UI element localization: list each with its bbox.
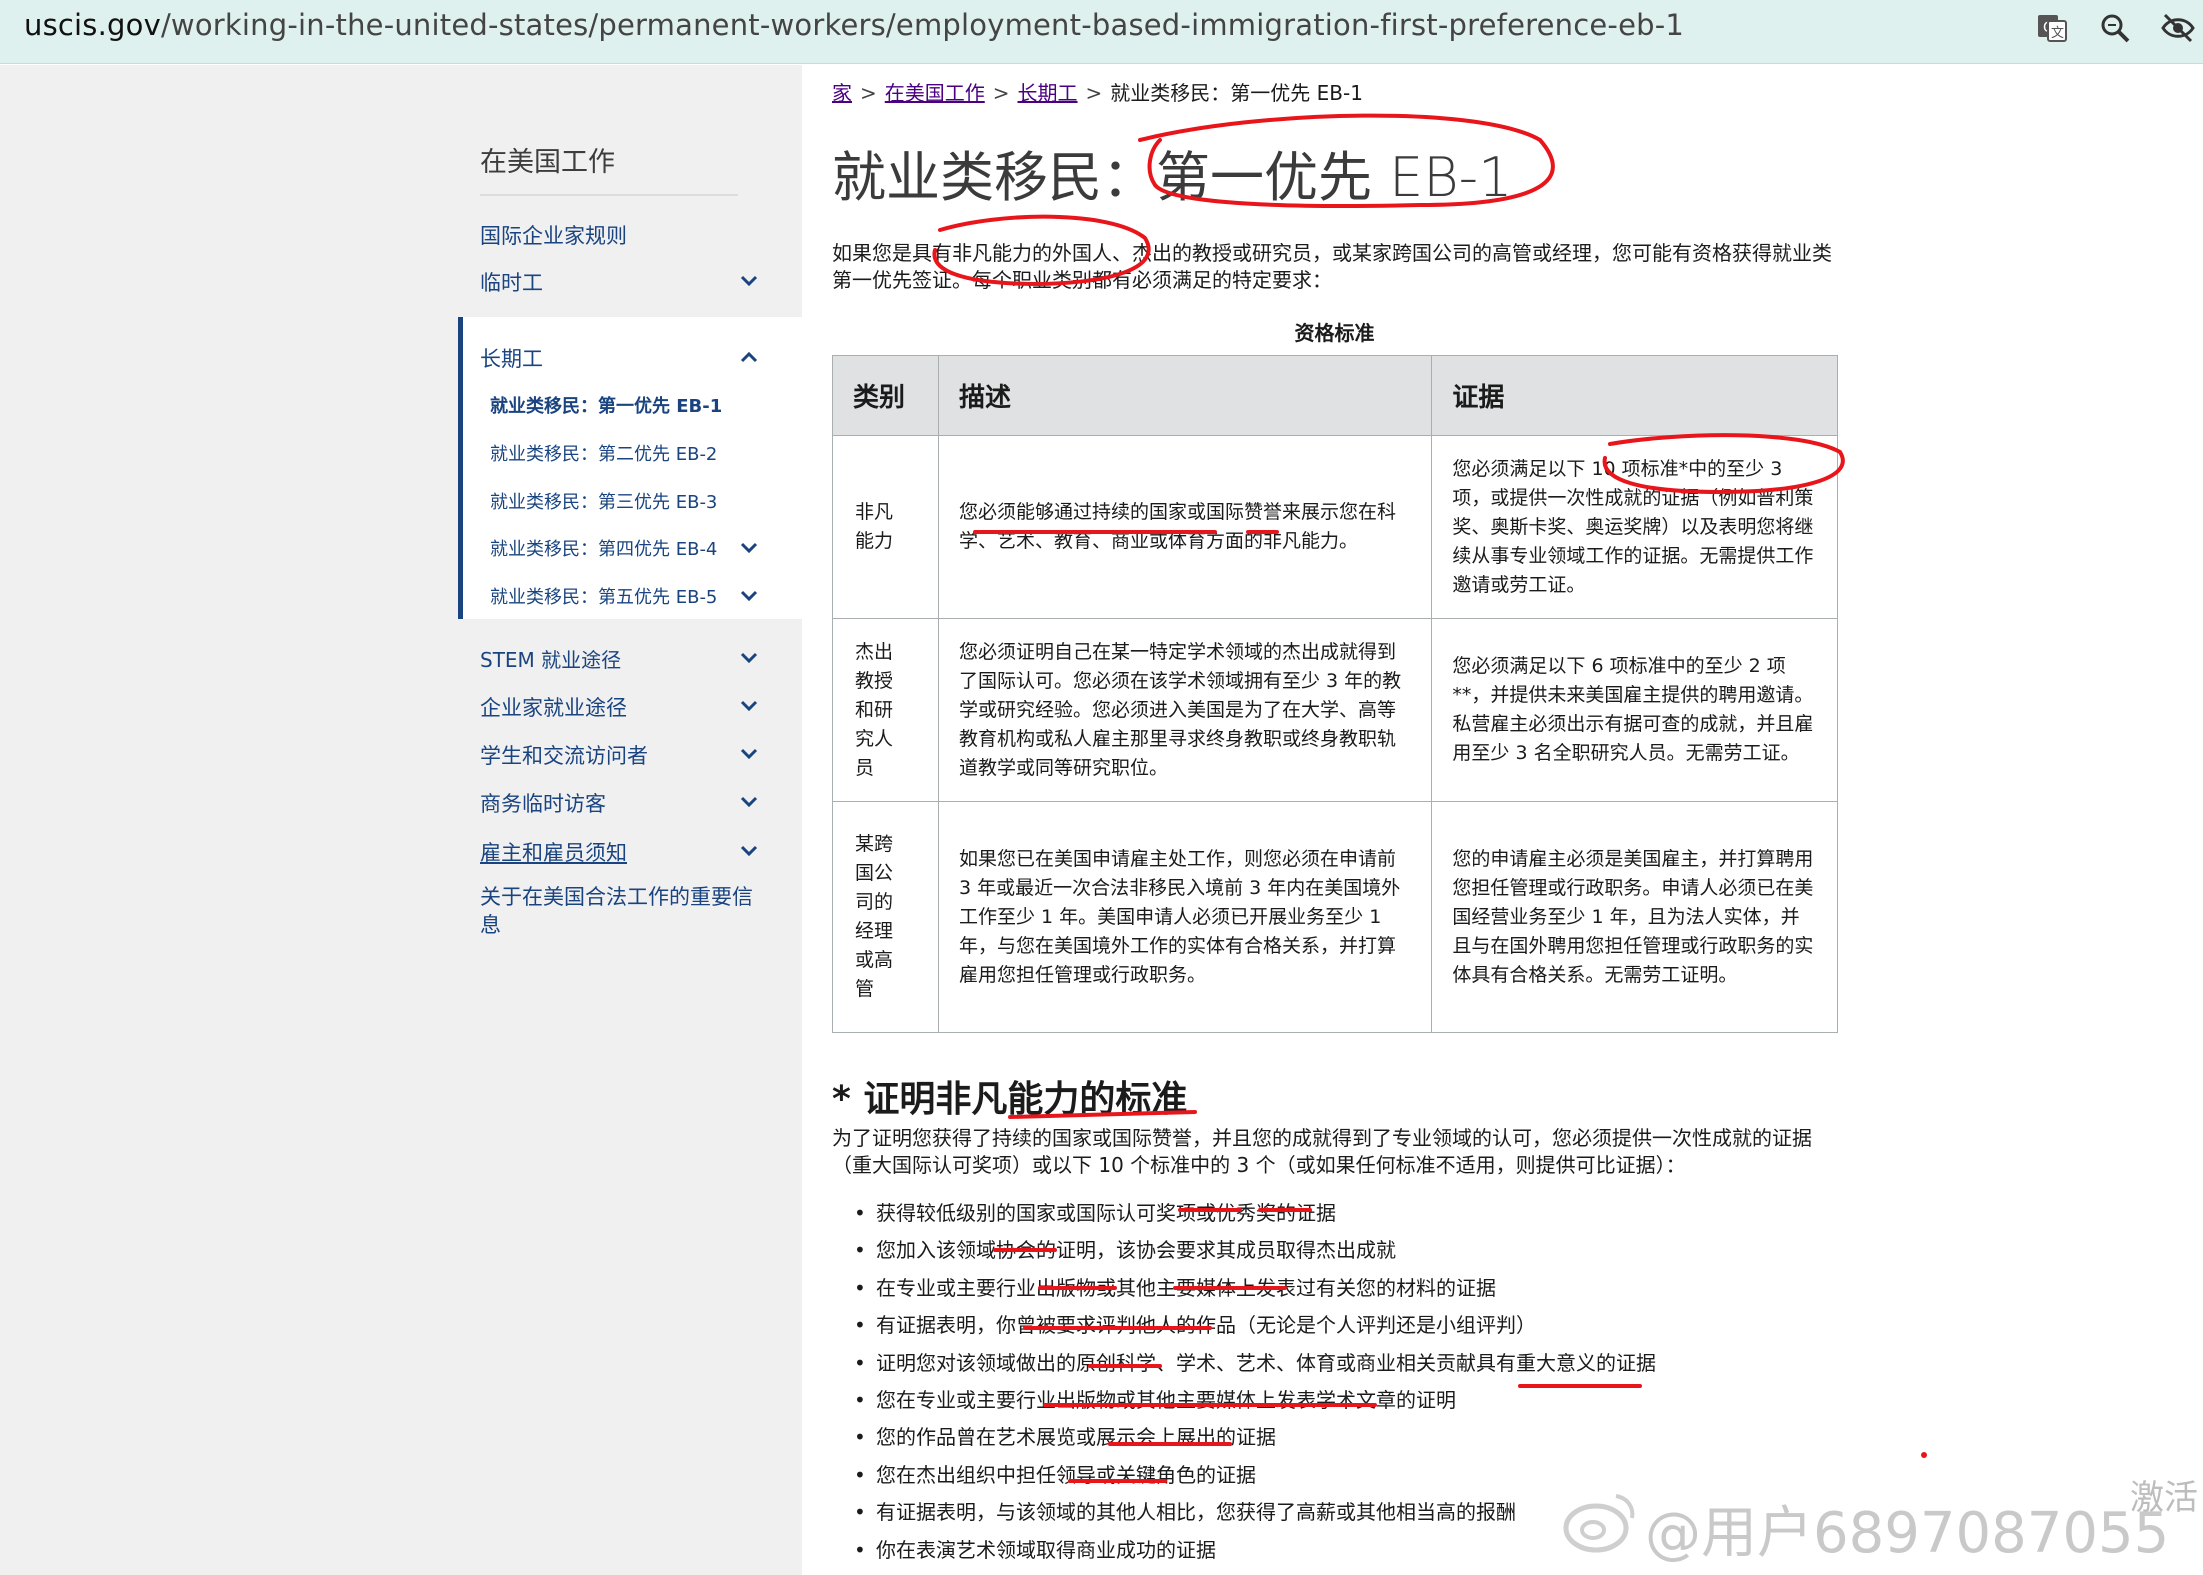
chevron-down-icon[interactable] <box>738 537 760 559</box>
table-cell-evidence: 您必须满足以下 6 项标准中的至少 2 项**，并提供未来美国雇主提供的聘用邀请… <box>1431 618 1838 802</box>
table-caption: 资格标准 <box>1294 321 1375 345</box>
sidebar-item-legal-work-info[interactable]: 关于在美国合法工作的重要信息 <box>480 883 760 939</box>
sidebar-item-business-visitors[interactable]: 商务临时访客 <box>480 788 606 818</box>
zoom-icon[interactable] <box>2095 8 2135 48</box>
table-header-description: 描述 <box>937 355 1433 436</box>
breadcrumb-home-link[interactable]: 家 <box>832 81 852 105</box>
table-cell-description: 您必须能够通过持续的国家或国际赞誉来展示您在科学、艺术、教育、商业或体育方面的非… <box>937 435 1433 619</box>
table-row: 某跨国公司的经理或高管 如果您已在美国申请雇主处工作，则您必须在申请前 3 年或… <box>832 801 1838 1033</box>
address-bar[interactable]: uscis.gov/working-in-the-united-states/p… <box>0 0 2203 64</box>
eye-off-icon[interactable] <box>2158 8 2198 48</box>
chevron-down-icon[interactable] <box>738 585 760 607</box>
table-cell-description: 您必须证明自己在某一特定学术领域的杰出成就得到了国际认可。您必须在该学术领域拥有… <box>937 618 1433 802</box>
breadcrumb-current: 就业类移民：第一优先 EB-1 <box>1110 81 1363 105</box>
table-cell-category: 某跨国公司的经理或高管 <box>832 801 939 1033</box>
table-cell-evidence: 您的申请雇主必须是美国雇主，并打算聘用您担任管理或行政职务。申请人必须已在美国经… <box>1431 801 1838 1033</box>
sidebar-item-international-entrepreneur[interactable]: 国际企业家规则 <box>480 220 627 250</box>
sidebar-item-entrepreneur[interactable]: 企业家就业途径 <box>480 692 627 722</box>
translate-icon[interactable]: G文 <box>2032 8 2072 48</box>
list-item: 您加入该领域协会的证明，该协会要求其成员取得杰出成就 <box>854 1232 1856 1269</box>
table-cell-evidence: 您必须满足以下 10 项标准*中的至少 3 项，或提供一次性成就的证据（例如普利… <box>1431 435 1838 619</box>
sidebar-item-students[interactable]: 学生和交流访问者 <box>480 740 648 770</box>
sidebar-divider <box>480 194 738 196</box>
side-navigation: 在美国工作 国际企业家规则 临时工 长期工 就业类移民：第一优先 EB-1 就业… <box>458 110 802 1110</box>
page-title: 就业类移民：第一优先 EB-1 <box>832 146 1513 209</box>
weibo-logo-icon <box>1560 1488 1640 1558</box>
sidebar-title: 在美国工作 <box>480 147 615 178</box>
list-item: 您的作品曾在艺术展览或展示会上展出的证据 <box>854 1419 1856 1456</box>
chevron-down-icon[interactable] <box>738 791 760 813</box>
svg-text:文: 文 <box>2051 26 2064 41</box>
breadcrumb-permanent-link[interactable]: 长期工 <box>1018 81 1078 105</box>
table-cell-category: 非凡能力 <box>832 435 939 619</box>
sidebar-item-temporary-workers[interactable]: 临时工 <box>480 267 543 297</box>
table-header-evidence: 证据 <box>1431 355 1838 436</box>
sidebar-item-permanent-workers[interactable]: 长期工 <box>480 343 543 373</box>
breadcrumb-working-link[interactable]: 在美国工作 <box>885 81 985 105</box>
chevron-down-icon[interactable] <box>738 647 760 669</box>
section-intro: 为了证明您获得了持续的国家或国际赞誉，并且您的成就得到了专业领域的认可，您必须提… <box>832 1126 1812 1177</box>
sidebar-subitem-eb5[interactable]: 就业类移民：第五优先 EB-5 <box>490 583 717 609</box>
section-heading: * 证明非凡能力的标准 <box>832 1079 1188 1120</box>
list-item: 证明您对该领域做出的原创科学、学术、艺术、体育或商业相关贡献具有重大意义的证据 <box>854 1345 1856 1382</box>
breadcrumb: 家 > 在美国工作 > 长期工 > 就业类移民：第一优先 EB-1 <box>832 81 1363 105</box>
list-item: 在专业或主要行业出版物或其他主要媒体上发表过有关您的材料的证据 <box>854 1270 1856 1307</box>
sidebar-subitem-eb4[interactable]: 就业类移民：第四优先 EB-4 <box>490 535 717 561</box>
list-item: 有证据表明，你曾被要求评判他人的作品（无论是个人评判还是小组评判） <box>854 1307 1856 1344</box>
chevron-up-icon[interactable] <box>738 346 760 368</box>
sidebar-subitem-eb3[interactable]: 就业类移民：第三优先 EB-3 <box>490 488 717 514</box>
list-item: 获得较低级别的国家或国际认可奖项或优秀奖的证据 <box>854 1195 1856 1232</box>
sidebar-subitem-eb1[interactable]: 就业类移民：第一优先 EB-1 <box>490 392 722 418</box>
intro-paragraph: 如果您是具有非凡能力的外国人、杰出的教授或研究员，或某家跨国公司的高管或经理，您… <box>832 241 1832 292</box>
table-cell-description: 如果您已在美国申请雇主处工作，则您必须在申请前 3 年或最近一次合法非移民入境前… <box>937 801 1433 1033</box>
eligibility-table: 类别 描述 证据 非凡能力 您必须能够通过持续的国家或国际赞誉来展示您在科学、艺… <box>832 355 1838 1033</box>
sidebar-section-permanent-workers: 长期工 就业类移民：第一优先 EB-1 就业类移民：第二优先 EB-2 就业类移… <box>458 317 802 619</box>
activate-windows-text: 激活 <box>2130 1478 2198 1518</box>
url-text[interactable]: uscis.gov/working-in-the-united-states/p… <box>24 8 1684 42</box>
table-cell-category: 杰出教授和研究人员 <box>832 618 939 802</box>
list-item: 您在专业或主要行业出版物或其他主要媒体上发表学术文章的证明 <box>854 1382 1856 1419</box>
chevron-down-icon[interactable] <box>738 270 760 292</box>
chevron-down-icon[interactable] <box>738 743 760 765</box>
sidebar-subitem-eb2[interactable]: 就业类移民：第二优先 EB-2 <box>490 440 717 466</box>
watermark-text: @用户6897087055 <box>1645 1501 2170 1566</box>
chevron-down-icon[interactable] <box>738 840 760 862</box>
chevron-down-icon[interactable] <box>738 695 760 717</box>
table-row: 杰出教授和研究人员 您必须证明自己在某一特定学术领域的杰出成就得到了国际认可。您… <box>832 618 1838 802</box>
table-header-category: 类别 <box>832 355 939 436</box>
sidebar-item-stem[interactable]: STEM 就业途径 <box>480 644 621 673</box>
table-row: 非凡能力 您必须能够通过持续的国家或国际赞誉来展示您在科学、艺术、教育、商业或体… <box>832 435 1838 619</box>
sidebar-item-employers-employees[interactable]: 雇主和雇员须知 <box>480 837 627 867</box>
